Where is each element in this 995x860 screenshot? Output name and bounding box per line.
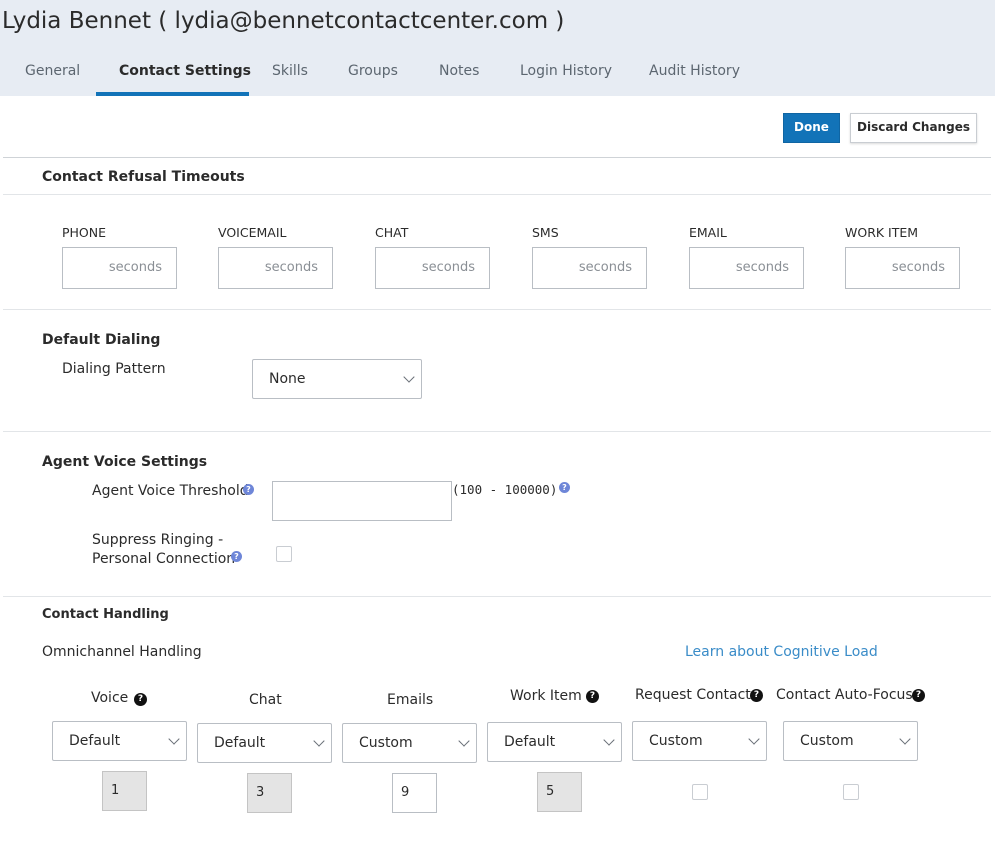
question-circle-icon[interactable]: ? (134, 693, 147, 706)
threshold-range-hint: (100 - 100000) (452, 482, 558, 497)
dialing-pattern-label: Dialing Pattern (62, 361, 166, 377)
suppress-ringing-label-line2: Personal Connection (92, 551, 236, 567)
sms-label: SMS (532, 225, 559, 240)
question-circle-icon[interactable]: ? (750, 689, 763, 702)
question-circle-icon[interactable]: ? (586, 690, 599, 703)
chevron-down-icon (748, 733, 760, 745)
sms-timeout-input[interactable]: seconds (532, 247, 647, 289)
request-contact-column-header: Request Contact (635, 687, 751, 703)
chat-column-header: Chat (249, 692, 282, 708)
request-contact-checkbox[interactable] (692, 784, 708, 800)
tab-groups[interactable]: Groups (348, 63, 398, 79)
contact-auto-focus-select[interactable]: Custom (783, 721, 918, 761)
learn-cognitive-load-link[interactable]: Learn about Cognitive Load (685, 644, 878, 660)
page-header: Lydia Bennet ( lydia@bennetcontactcenter… (0, 0, 995, 96)
chat-label: CHAT (375, 225, 409, 240)
voice-column-header: Voice (91, 690, 129, 706)
tab-general[interactable]: General (25, 63, 80, 79)
tab-skills[interactable]: Skills (272, 63, 308, 79)
request-contact-value: Custom (649, 733, 703, 749)
info-circle-icon[interactable]: ? (559, 482, 570, 493)
voice-capacity-input: 1 (102, 771, 147, 811)
chevron-down-icon (403, 371, 415, 383)
chevron-down-icon (458, 735, 470, 747)
work-item-handling-select[interactable]: Default (487, 722, 622, 762)
divider (3, 309, 991, 310)
work-item-column-header: Work Item (510, 688, 582, 704)
work-item-label: WORK ITEM (845, 225, 919, 240)
chat-timeout-input[interactable]: seconds (375, 247, 490, 289)
chevron-down-icon (313, 735, 325, 747)
email-label: EMAIL (689, 225, 727, 240)
emails-column-header: Emails (387, 692, 434, 708)
suppress-ringing-checkbox[interactable] (276, 546, 292, 562)
work-item-handling-value: Default (504, 734, 556, 750)
contact-auto-focus-checkbox[interactable] (843, 784, 859, 800)
tab-audit-history[interactable]: Audit History (649, 63, 740, 79)
info-circle-icon[interactable]: ? (231, 551, 242, 562)
contact-auto-focus-column-header: Contact Auto-Focus (776, 687, 913, 703)
dialing-pattern-value: None (269, 371, 306, 387)
chat-handling-value: Default (214, 735, 266, 751)
chat-capacity-input: 3 (247, 773, 292, 813)
emails-capacity-input[interactable]: 9 (392, 773, 437, 813)
question-circle-icon[interactable]: ? (912, 689, 925, 702)
voice-handling-value: Default (69, 733, 121, 749)
contact-handling-heading: Contact Handling (42, 607, 169, 622)
agent-voice-settings-heading: Agent Voice Settings (42, 454, 208, 470)
discard-changes-button[interactable]: Discard Changes (850, 113, 977, 143)
chevron-down-icon (899, 733, 911, 745)
suppress-ringing-label-line1: Suppress Ringing - (92, 532, 224, 548)
work-item-capacity-input: 5 (537, 772, 582, 812)
tab-contact-settings[interactable]: Contact Settings (119, 63, 251, 79)
contact-auto-focus-value: Custom (800, 733, 854, 749)
voice-handling-select[interactable]: Default (52, 721, 187, 761)
done-button[interactable]: Done (783, 113, 840, 143)
phone-label: PHONE (62, 225, 107, 240)
info-circle-icon[interactable]: ? (243, 484, 254, 495)
divider (3, 194, 991, 195)
phone-timeout-input[interactable]: seconds (62, 247, 177, 289)
tab-notes[interactable]: Notes (439, 63, 479, 79)
omnichannel-handling-label: Omnichannel Handling (42, 644, 202, 660)
voicemail-timeout-input[interactable]: seconds (218, 247, 333, 289)
default-dialing-heading: Default Dialing (42, 332, 161, 348)
chevron-down-icon (603, 734, 615, 746)
request-contact-select[interactable]: Custom (632, 721, 767, 761)
divider (3, 596, 991, 597)
tab-login-history[interactable]: Login History (520, 63, 612, 79)
dialing-pattern-select[interactable]: None (252, 359, 422, 399)
contact-refusal-timeouts-heading: Contact Refusal Timeouts (42, 169, 245, 185)
divider (3, 431, 991, 432)
active-tab-indicator (96, 92, 249, 96)
divider (3, 157, 991, 158)
work-item-timeout-input[interactable]: seconds (845, 247, 960, 289)
chevron-down-icon (168, 733, 180, 745)
agent-voice-threshold-label: Agent Voice Threshold (92, 483, 249, 499)
email-timeout-input[interactable]: seconds (689, 247, 804, 289)
chat-handling-select[interactable]: Default (197, 723, 332, 763)
emails-handling-value: Custom (359, 735, 413, 751)
emails-handling-select[interactable]: Custom (342, 723, 477, 763)
agent-voice-threshold-input[interactable] (272, 481, 452, 521)
page-title: Lydia Bennet ( lydia@bennetcontactcenter… (2, 8, 565, 34)
voicemail-label: VOICEMAIL (218, 225, 287, 240)
